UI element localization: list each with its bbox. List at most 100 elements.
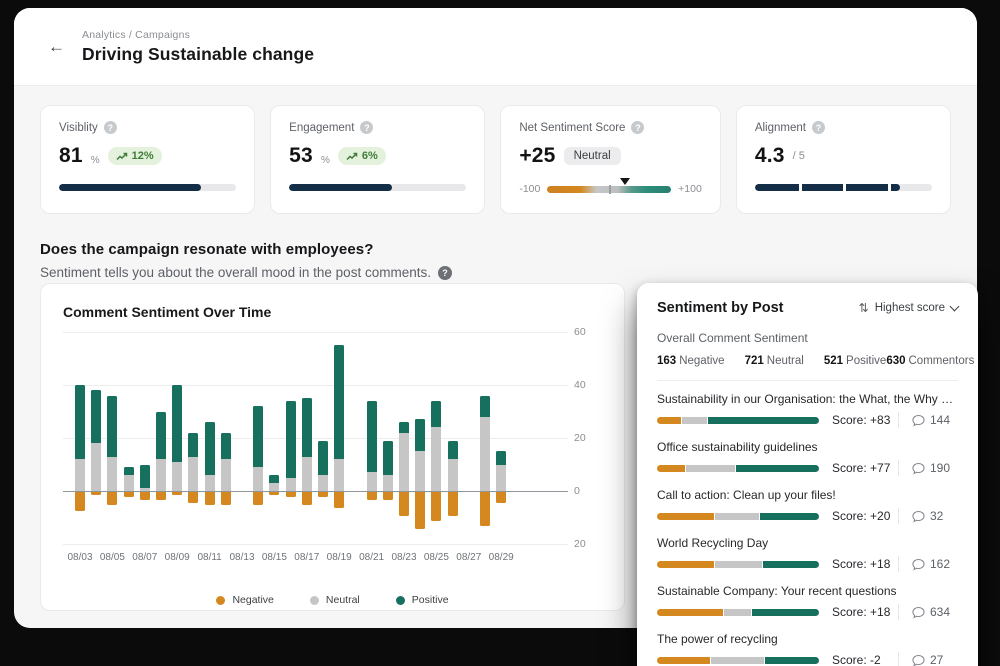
post-title: Office sustainability guidelines <box>657 440 958 454</box>
divider <box>657 380 958 381</box>
x-axis-tick-label: 08/05 <box>100 552 125 563</box>
bar-segment <box>172 385 182 462</box>
bar-segment <box>156 412 166 460</box>
help-icon[interactable]: ? <box>360 121 373 134</box>
x-axis-tick-label: 08/17 <box>294 552 319 563</box>
gridline <box>63 491 568 492</box>
bar-segment <box>91 443 101 491</box>
help-icon[interactable]: ? <box>104 121 117 134</box>
chart-title: Comment Sentiment Over Time <box>63 304 602 320</box>
comment-count: 32 <box>930 509 943 523</box>
legend-label: Negative <box>232 594 273 606</box>
kpi-suffix: / 5 <box>793 150 805 162</box>
overall-sentiment-stats: 163Negative721Neutral521Positive630Comme… <box>657 354 958 368</box>
trend-up-icon <box>116 152 128 161</box>
post-title: Sustainable Company: Your recent questio… <box>657 584 958 598</box>
help-icon[interactable]: ? <box>438 266 452 280</box>
delta-badge: 6% <box>338 147 386 165</box>
legend-label: Neutral <box>326 594 360 606</box>
kpi-label: Visiblity <box>59 122 98 134</box>
positive-segment <box>759 513 819 520</box>
bar-segment <box>383 492 393 500</box>
bar-segment <box>334 459 344 491</box>
divider <box>898 412 899 428</box>
progress-bar <box>59 184 236 191</box>
section-heading: Does the campaign resonate with employee… <box>40 241 951 258</box>
y-axis-tick-label: 20 <box>574 432 602 444</box>
post-list-item[interactable]: World Recycling Day Score: +18 162 <box>657 536 958 573</box>
y-axis-tick-label: 0 <box>574 485 602 497</box>
help-icon[interactable]: ? <box>631 121 644 134</box>
neutral-segment <box>685 465 735 472</box>
x-axis-tick-label: 08/11 <box>197 552 221 563</box>
bar-segment <box>496 451 506 464</box>
x-axis-tick-label: 08/27 <box>456 552 481 563</box>
stat-negative: 163Negative <box>657 355 725 367</box>
x-axis-tick-label: 08/07 <box>132 552 157 563</box>
negative-segment <box>657 513 714 520</box>
comment-bubble-icon <box>912 654 925 666</box>
bar-segment <box>107 396 117 457</box>
scale-max-label: +100 <box>678 183 702 195</box>
gridline <box>63 385 568 386</box>
chart-legend: Negative Neutral Positive <box>63 594 602 606</box>
divider <box>898 556 899 572</box>
delta-badge: 12% <box>108 147 162 165</box>
overall-sentiment-heading: Overall Comment Sentiment <box>657 331 958 345</box>
bar-segment <box>286 492 296 497</box>
kpi-card-visibility: Visiblity ? 81 % 12% <box>40 105 255 214</box>
x-axis-tick-label: 08/19 <box>327 552 352 563</box>
bar-segment <box>140 465 150 489</box>
positive-segment <box>751 609 819 616</box>
post-sentiment-ratio-bar <box>657 657 819 664</box>
back-arrow-icon[interactable]: ← <box>48 38 65 55</box>
negative-segment <box>657 465 685 472</box>
bar-segment <box>269 475 279 483</box>
post-list-item[interactable]: The power of recycling Score: -2 27 <box>657 632 958 666</box>
divider <box>898 460 899 476</box>
bar-segment <box>415 451 425 491</box>
gridline <box>63 544 568 545</box>
bar-segment <box>480 417 490 491</box>
legend-item-positive[interactable]: Positive <box>396 594 449 606</box>
bar-segment <box>431 492 441 521</box>
scale-min-label: -100 <box>519 183 540 195</box>
sort-label: Highest score <box>875 302 945 314</box>
progress-bar <box>289 184 466 191</box>
bar-segment <box>91 492 101 495</box>
kpi-label: Alignment <box>755 122 806 134</box>
legend-item-neutral[interactable]: Neutral <box>310 594 360 606</box>
neutral-segment <box>714 561 763 568</box>
kpi-label: Net Sentiment Score <box>519 122 625 134</box>
bar-segment <box>302 457 312 491</box>
kpi-value: 4.3 <box>755 144 785 168</box>
bar-segment <box>431 427 441 491</box>
y-axis-tick-label: 60 <box>574 326 602 338</box>
bar-segment <box>399 422 409 433</box>
legend-item-negative[interactable]: Negative <box>216 594 273 606</box>
breadcrumb[interactable]: Analytics / Campaigns <box>82 29 314 41</box>
kpi-card-alignment: Alignment ? 4.3 / 5 <box>736 105 951 214</box>
positive-segment <box>707 417 819 424</box>
chevron-down-icon <box>950 301 960 311</box>
x-axis-tick-label: 08/25 <box>424 552 449 563</box>
post-list-item[interactable]: Call to action: Clean up your files! Sco… <box>657 488 958 525</box>
bar-segment <box>286 478 296 491</box>
bar-segment <box>302 398 312 456</box>
help-icon[interactable]: ? <box>812 121 825 134</box>
bar-segment <box>448 459 458 491</box>
negative-segment <box>657 657 710 664</box>
y-axis-tick-label: 40 <box>574 379 602 391</box>
post-list-item[interactable]: Sustainability in our Organisation: the … <box>657 392 958 429</box>
post-list-item[interactable]: Office sustainability guidelines Score: … <box>657 440 958 477</box>
bar-segment <box>156 492 166 500</box>
y-axis-tick-label: 20 <box>574 538 602 550</box>
post-list-item[interactable]: Sustainable Company: Your recent questio… <box>657 584 958 621</box>
bar-segment <box>480 492 490 526</box>
comment-count: 162 <box>930 557 950 571</box>
bar-segment <box>221 433 231 460</box>
sort-control[interactable]: ⇅ Highest score <box>859 301 958 315</box>
bar-segment <box>269 483 279 491</box>
kpi-unit: % <box>91 155 100 166</box>
post-sentiment-ratio-bar <box>657 561 819 568</box>
